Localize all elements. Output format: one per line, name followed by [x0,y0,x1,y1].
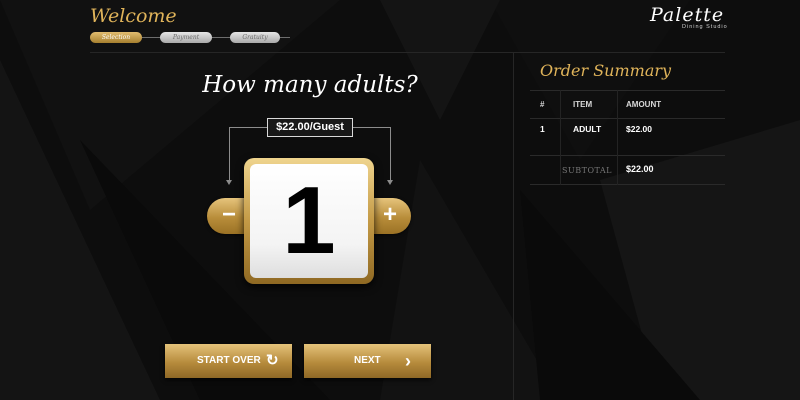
restart-arrow-icon: ↻ [266,352,279,369]
start-over-label: START OVER [197,355,261,366]
question-heading: How many adults? [202,72,418,98]
summary-column-divider [560,90,561,185]
row-amount: $22.00 [626,124,652,134]
logo-name: Palette [650,4,725,26]
price-per-guest: $22.00/Guest [267,118,353,137]
step-payment[interactable]: Payment [160,32,212,43]
step-gratuity[interactable]: Gratuity [230,32,280,43]
arrow-down-icon [387,180,393,185]
welcome-title: Welcome [90,5,177,27]
subtotal-value: $22.00 [626,164,654,174]
subtotal-label: SUBTOTAL [562,166,612,175]
decrement-button[interactable]: − [209,198,249,234]
row-item: ADULT [573,124,602,134]
arrow-down-icon [226,180,232,185]
column-header-amount: AMOUNT [626,100,662,109]
order-summary-title: Order Summary [540,61,672,80]
logo-subtitle: Dining Studio [682,24,728,30]
next-button[interactable]: NEXT › [304,344,431,378]
row-number: 1 [540,124,545,134]
start-over-button[interactable]: START OVER ↻ [165,344,292,378]
increment-button[interactable]: + [370,198,410,234]
column-header-number: # [540,100,545,109]
guest-counter: 1 [244,158,374,284]
header-divider [90,52,725,53]
column-header-item: ITEM [573,100,593,109]
logo: Palette Dining Studio [650,4,728,30]
step-selection[interactable]: Selection [90,32,142,43]
panel-divider [513,52,514,400]
summary-column-divider [617,90,618,185]
next-label: NEXT [354,355,381,366]
chevron-right-icon: › [405,351,411,371]
guest-count-value: 1 [250,164,368,278]
